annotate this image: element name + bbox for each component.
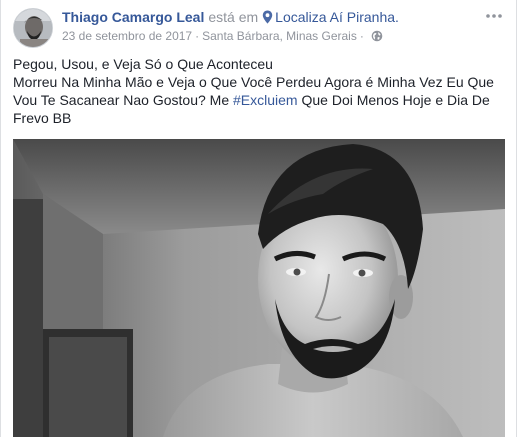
post-text-line: Frevo BB [13,110,72,126]
meta-separator: · [195,29,200,43]
post-meta: 23 de setembro de 2017 · Santa Bárbara, Mi… [62,29,383,45]
post-photo[interactable] [13,139,505,437]
post-text-line: Pegou, Usou, e Veja Só o Que Aconteceu [13,56,273,72]
meta-separator: · [359,29,364,43]
post-card: Thiago Camargo Leal está em Localiza Aí Pi… [0,0,517,437]
post-text-line: Vou Te Sacanear Nao Gostou? Me #Excluiem… [13,91,505,109]
post-text-segment: Vou Te Sacanear Nao Gostou? Me [13,92,230,108]
author-name-link[interactable]: Thiago Camargo Leal [62,9,204,25]
post-text: Pegou, Usou, e Veja Só o Que Aconteceu M… [13,55,505,127]
post-header: Thiago Camargo Leal está em Localiza Aí Pi… [62,9,399,27]
more-options-icon [486,14,502,18]
post-text-segment: Que Doi Menos Hoje e Dia De [301,92,490,108]
post-date-link[interactable]: 23 de setembro de 2017 [62,29,192,43]
is-at-text: está em [208,9,259,25]
hashtag-link[interactable]: #Excluiem [233,92,298,108]
avatar[interactable] [13,8,53,48]
more-options-button[interactable] [484,8,504,24]
map-pin-icon [262,10,273,27]
place-link[interactable]: Localiza Aí Piranha. [275,9,399,25]
globe-icon[interactable] [371,30,383,45]
post-location-link[interactable]: Santa Bárbara, Minas Gerais [202,29,357,43]
post-text-line: Morreu Na Minha Mão e Veja o Que Você Pe… [13,74,494,90]
